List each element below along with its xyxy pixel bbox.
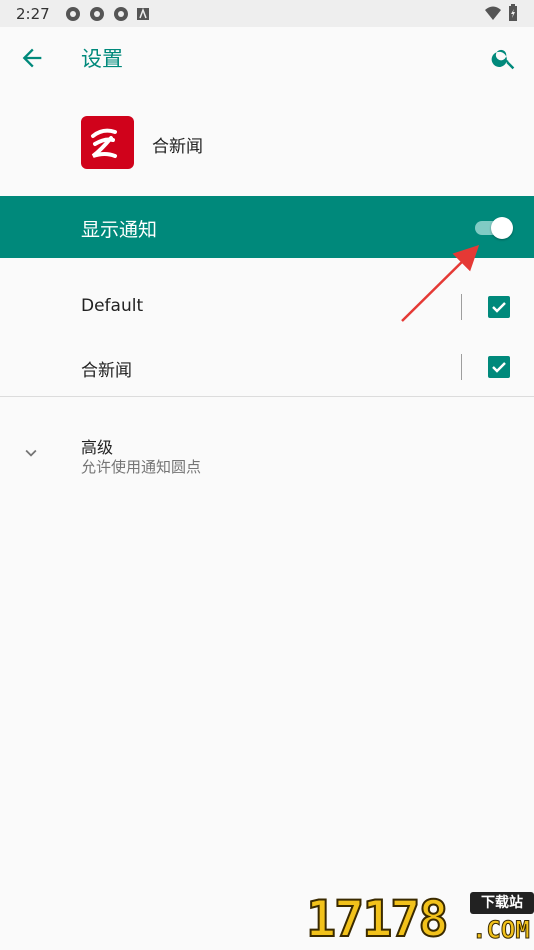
channel-row-default[interactable]: Default <box>0 278 534 336</box>
section-divider <box>0 396 534 397</box>
watermark-number: 17178 <box>305 889 450 949</box>
channel-label: Default <box>81 296 144 316</box>
show-notifications-switch[interactable] <box>475 216 513 239</box>
status-bar: 2:27 <box>0 0 534 27</box>
page-title: 设置 <box>81 47 123 71</box>
battery-icon <box>509 4 517 21</box>
channel-checkbox[interactable] <box>488 356 510 378</box>
wifi-icon <box>485 6 501 20</box>
channel-row-app[interactable]: 合新闻 <box>0 338 534 396</box>
watermark-badge: 下载站 <box>470 892 534 914</box>
show-notifications-label: 显示通知 <box>81 219 158 241</box>
notification-icon <box>89 6 104 21</box>
channel-label: 合新闻 <box>81 361 132 381</box>
back-arrow-icon[interactable] <box>18 44 46 72</box>
app-name: 合新闻 <box>152 137 203 157</box>
app-info: 合新闻 <box>0 112 534 176</box>
app-notification-icon <box>136 7 149 20</box>
checkmark-icon <box>492 362 506 373</box>
chevron-down-icon <box>25 449 37 457</box>
watermark-suffix: .COM <box>472 916 531 945</box>
row-divider <box>461 354 462 380</box>
switch-thumb <box>491 217 513 239</box>
show-notifications-toggle-row[interactable]: 显示通知 <box>0 196 534 258</box>
channel-checkbox[interactable] <box>488 296 510 318</box>
advanced-section[interactable]: 高级 允许使用通知圆点 <box>0 420 534 490</box>
checkmark-icon <box>492 302 506 313</box>
notification-icon <box>113 6 128 21</box>
app-logo-icon <box>81 116 134 169</box>
watermark-logo: 17178 下载站 .COM <box>305 888 534 950</box>
advanced-title: 高级 <box>81 438 114 457</box>
search-icon[interactable] <box>490 44 518 72</box>
row-divider <box>461 294 462 320</box>
advanced-subtitle: 允许使用通知圆点 <box>81 458 202 476</box>
app-bar: 设置 <box>0 27 534 89</box>
status-time: 2:27 <box>16 4 50 23</box>
notification-icon <box>65 6 80 21</box>
